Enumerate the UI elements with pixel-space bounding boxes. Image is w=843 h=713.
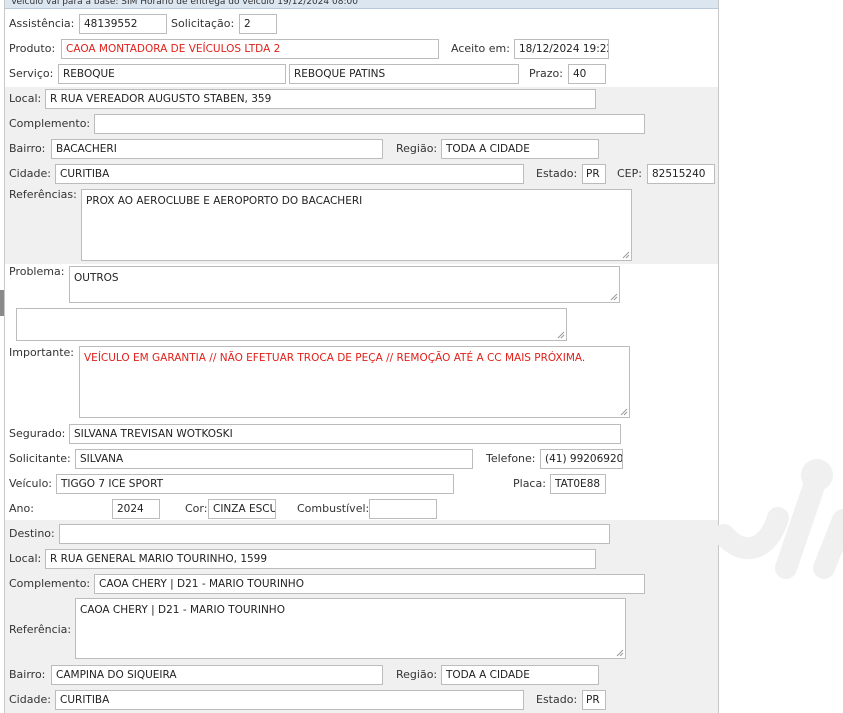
dest-local-label: Local: [9, 552, 42, 565]
resize-grip-icon[interactable] [610, 293, 618, 301]
solicitacao-field[interactable]: 2 [239, 14, 277, 34]
dest-bairro-label: Bairro: [9, 668, 46, 681]
ano-field[interactable]: 2024 [112, 499, 160, 519]
dest-cidade-field[interactable]: CURITIBA [55, 690, 524, 710]
regiao-label: Região: [396, 142, 438, 155]
referencias-label: Referências: [9, 188, 77, 201]
watermark-logo [716, 459, 843, 579]
cidade-label: Cidade: [9, 167, 51, 180]
local-label: Local: [9, 92, 42, 105]
dest-complemento-label: Complemento: [9, 577, 91, 590]
importante-label: Importante: [9, 346, 75, 359]
combustivel-field[interactable] [369, 499, 437, 519]
dest-referencia-text: CAOA CHERY | D21 - MARIO TOURINHO [80, 604, 285, 616]
ano-label: Ano: [9, 502, 34, 515]
resize-grip-icon[interactable] [557, 331, 565, 339]
complemento-label: Complemento: [9, 117, 91, 130]
veiculo-label: Veículo: [9, 477, 53, 490]
aceito-em-field[interactable]: 18/12/2024 19:22 [514, 39, 609, 59]
destino-field[interactable] [59, 524, 610, 544]
cor-label: Cor: [185, 502, 208, 515]
resize-grip-icon[interactable] [620, 408, 628, 416]
combustivel-label: Combustível: [297, 502, 370, 515]
assistencia-label: Assistência: [9, 17, 75, 30]
service-order-form: Veículo vai para a base: SIM Horário de … [4, 0, 719, 713]
regiao-field[interactable]: TODA A CIDADE [441, 139, 599, 159]
assistencia-field[interactable]: 48139552 [79, 14, 167, 34]
servico-label: Serviço: [9, 67, 54, 80]
splitter-handle[interactable] [0, 290, 4, 316]
estado-label: Estado: [536, 167, 578, 180]
dest-regiao-field[interactable]: TODA A CIDADE [441, 665, 599, 685]
problema-text: OUTROS [74, 272, 119, 284]
prazo-label: Prazo: [529, 67, 563, 80]
solicitante-label: Solicitante: [9, 452, 71, 465]
dest-complemento-field[interactable]: CAOA CHERY | D21 - MARIO TOURINHO [94, 574, 645, 594]
problema-extra-textarea[interactable] [16, 308, 567, 341]
dest-bairro-field[interactable]: CAMPINA DO SIQUEIRA [51, 665, 383, 685]
importante-text: VEÍCULO EM GARANTIA // NÃO EFETUAR TROCA… [84, 352, 586, 364]
estado-field[interactable]: PR [582, 164, 606, 184]
resize-grip-icon[interactable] [622, 251, 630, 259]
servico-subtype-field[interactable]: REBOQUE PATINS [289, 64, 519, 84]
bairro-label: Bairro: [9, 142, 46, 155]
dest-estado-label: Estado: [536, 693, 578, 706]
solicitacao-label: Solicitação: [171, 17, 235, 30]
cep-label: CEP: [617, 167, 642, 180]
veiculo-field[interactable]: TIGGO 7 ICE SPORT [56, 474, 454, 494]
prazo-field[interactable]: 40 [568, 64, 606, 84]
telefone-label: Telefone: [486, 452, 536, 465]
bairro-field[interactable]: BACACHERI [51, 139, 383, 159]
cor-field[interactable]: CINZA ESCU [208, 499, 276, 519]
servico-field[interactable]: REBOQUE [58, 64, 286, 84]
telefone-field[interactable]: (41) 992069206 [540, 449, 623, 469]
importante-textarea[interactable]: VEÍCULO EM GARANTIA // NÃO EFETUAR TROCA… [79, 346, 630, 418]
dest-regiao-label: Região: [396, 668, 438, 681]
referencias-text: PROX AO AEROCLUBE E AEROPORTO DO BACACHE… [86, 195, 363, 207]
segurado-field[interactable]: SILVANA TREVISAN WOTKOSKI [69, 424, 621, 444]
dest-estado-field[interactable]: PR [582, 690, 606, 710]
dest-referencia-label: Referência: [9, 623, 72, 636]
referencias-textarea[interactable]: PROX AO AEROCLUBE E AEROPORTO DO BACACHE… [81, 189, 632, 261]
cidade-field[interactable]: CURITIBA [55, 164, 524, 184]
top-note: Veículo vai para a base: SIM Horário de … [5, 0, 718, 9]
complemento-field[interactable] [94, 114, 645, 134]
segurado-label: Segurado: [9, 427, 66, 440]
solicitante-field[interactable]: SILVANA [75, 449, 473, 469]
dest-referencia-textarea[interactable]: CAOA CHERY | D21 - MARIO TOURINHO [75, 598, 626, 659]
produto-field[interactable]: CAOA MONTADORA DE VEÍCULOS LTDA 2 [61, 39, 439, 59]
produto-label: Produto: [9, 42, 56, 55]
local-field[interactable]: R RUA VEREADOR AUGUSTO STABEN, 359 [45, 89, 596, 109]
destino-label: Destino: [9, 527, 55, 540]
placa-label: Placa: [513, 477, 546, 490]
placa-field[interactable]: TAT0E88 [550, 474, 606, 494]
aceito-em-label: Aceito em: [451, 42, 510, 55]
dest-cidade-label: Cidade: [9, 693, 51, 706]
dest-local-field[interactable]: R RUA GENERAL MARIO TOURINHO, 1599 [45, 549, 596, 569]
problema-textarea[interactable]: OUTROS [69, 266, 620, 303]
resize-grip-icon[interactable] [616, 649, 624, 657]
cep-field[interactable]: 82515240 [647, 164, 715, 184]
problema-label: Problema: [9, 265, 65, 278]
